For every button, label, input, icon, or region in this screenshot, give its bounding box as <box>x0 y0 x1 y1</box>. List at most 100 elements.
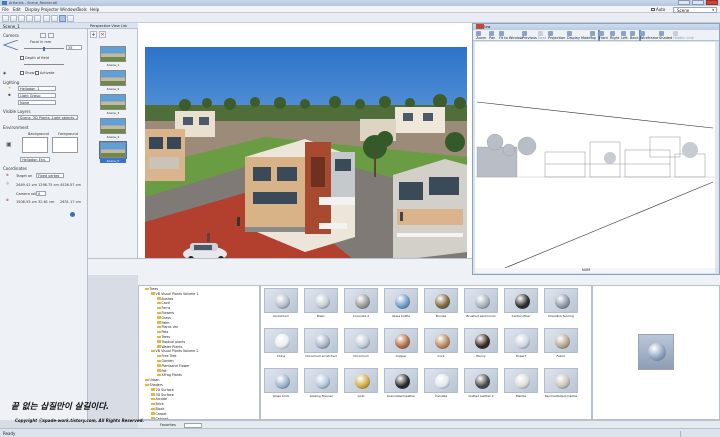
view-thumbnail-label[interactable]: Scene_4 <box>100 135 126 139</box>
add-view-icon[interactable]: + <box>90 31 97 38</box>
favorites-select[interactable] <box>184 422 202 428</box>
material-thumbnail[interactable]: Glass brick <box>264 368 298 398</box>
view-thumbnail[interactable] <box>100 46 126 62</box>
tree-item[interactable]: Plantsand Flower <box>157 364 190 368</box>
tree-item[interactable]: Garden <box>157 359 174 363</box>
heliodon-select[interactable]: Heliodon_1 <box>18 86 56 91</box>
tree-item[interactable]: Water Plants <box>157 345 182 349</box>
close-button[interactable] <box>706 0 718 5</box>
view-thumbnail[interactable] <box>100 118 126 134</box>
material-thumbnail[interactable]: Aluminium <box>264 288 298 318</box>
view-2d-window[interactable]: 2D View Zoom Pan Fit to Window Previous … <box>472 23 720 275</box>
material-thumbnail[interactable]: Chromium <box>344 328 378 358</box>
material-thumbnail[interactable]: Marble <box>504 368 538 398</box>
camera-roll-value[interactable]: 0 <box>36 191 46 196</box>
material-thumbnail[interactable]: Gold <box>344 368 378 398</box>
view-2d-canvas[interactable] <box>475 42 715 268</box>
material-thumbnail[interactable]: Bronze <box>424 288 458 318</box>
tree-item[interactable]: Pot <box>157 369 167 373</box>
view-thumbnail-selected[interactable] <box>99 141 127 159</box>
auto-checkbox[interactable] <box>651 7 655 11</box>
tree-item[interactable]: Cacti <box>157 301 170 305</box>
animation-tool-icon[interactable] <box>59 14 66 22</box>
tree-item[interactable]: Free Tree <box>157 354 176 358</box>
focal-slider-knob[interactable] <box>43 46 45 51</box>
panorama-tool-icon[interactable] <box>51 14 58 22</box>
close-icon[interactable] <box>476 24 484 29</box>
material-thumbnail[interactable]: Ebony <box>464 328 498 358</box>
rendered-scene-image[interactable] <box>145 47 467 261</box>
tree-item[interactable]: Block <box>151 407 164 411</box>
render-tool-icon[interactable] <box>67 14 74 22</box>
material-thumbnail[interactable]: Fabric <box>544 328 578 358</box>
focal-value[interactable]: 35 <box>66 45 82 50</box>
material-thumbnail[interactable]: Carbon fiber <box>504 288 538 318</box>
target-on-select[interactable]: Fixed vertex <box>36 173 64 178</box>
objects-tool-icon[interactable] <box>26 14 33 22</box>
scene-selector[interactable]: Scene ▾ <box>673 6 717 13</box>
material-thumbnail[interactable]: Glazing Fresnel <box>304 368 338 398</box>
material-thumbnail[interactable]: Glass bottle <box>384 288 418 318</box>
tree-item[interactable]: VB Visual Plants Volume 1 <box>151 292 198 296</box>
target-x-value[interactable]: 1508.93 cm <box>16 200 37 204</box>
tree-item[interactable]: Flowers <box>157 311 174 315</box>
shaders-tool-icon[interactable] <box>2 14 9 22</box>
view-thumbnail-label[interactable]: Scene_3 <box>100 111 126 115</box>
depth-of-field-checkbox[interactable] <box>20 56 24 60</box>
tree-item[interactable]: Arcade <box>151 397 167 401</box>
material-thumbnail[interactable]: Cork <box>424 328 458 358</box>
catalog-tree[interactable]: Trees VB Visual Plants Volume 1 Bushes Cact… <box>138 285 260 420</box>
tree-item[interactable]: Brick <box>151 402 164 406</box>
view-thumbnail[interactable] <box>100 70 126 86</box>
material-thumbnail[interactable]: Quilted leather 2 <box>464 368 498 398</box>
lights-tool-icon[interactable] <box>10 14 17 22</box>
material-thumbnail[interactable]: Copper <box>384 328 418 358</box>
view-thumbnail-label[interactable]: Scene_5 <box>100 159 126 163</box>
camera-options-button[interactable] <box>48 33 54 38</box>
render-viewport[interactable] <box>138 23 472 261</box>
camera-z-value[interactable]: 4526.57 cm <box>60 183 81 187</box>
tree-item[interactable]: Bushes <box>157 297 173 301</box>
tree-item[interactable]: Carpet <box>151 412 167 416</box>
material-thumbnail[interactable]: Expert <box>504 328 538 358</box>
parallel-tool-icon[interactable] <box>43 14 50 22</box>
tree-item[interactable]: VB Visual Plants Volume 2 <box>151 349 198 353</box>
light-group-select[interactable]: Light Group <box>18 93 56 98</box>
tree-item[interactable]: Palm <box>157 321 170 325</box>
material-thumbnail[interactable]: Granulated leather <box>384 368 418 398</box>
material-thumbnail[interactable]: Chainlink fencing <box>544 288 578 318</box>
heliodon-tool-icon[interactable] <box>18 14 25 22</box>
tree-item[interactable]: Trees <box>145 287 158 291</box>
foreground-swatch[interactable] <box>52 137 78 153</box>
show-checkbox[interactable] <box>20 71 24 75</box>
heliodon-env-select[interactable]: Heliodon Env. <box>20 157 50 162</box>
menu-projector[interactable]: Projector <box>41 7 59 12</box>
tree-item[interactable]: Pots <box>157 330 168 334</box>
material-thumbnail[interactable]: Reconstituted marble <box>544 368 578 398</box>
material-grid[interactable]: Aluminium Basic Concrete 2 Glass bottle Bron… <box>260 285 592 420</box>
perspective-tool-icon[interactable] <box>34 14 41 22</box>
minimize-button[interactable] <box>678 0 690 5</box>
delete-view-icon[interactable]: ✕ <box>99 31 106 38</box>
tree-item[interactable]: Shaders <box>145 383 163 387</box>
background-swatch[interactable] <box>22 137 48 153</box>
material-thumbnail[interactable]: China <box>264 328 298 358</box>
menu-file[interactable]: File <box>2 7 9 12</box>
view-2d-scrollbar[interactable] <box>715 42 718 268</box>
dof-slider[interactable] <box>24 64 64 65</box>
tree-item[interactable]: Urban <box>145 378 159 382</box>
menu-display[interactable]: Display <box>25 7 40 12</box>
light-none-select[interactable]: None <box>18 100 56 105</box>
camera-x-value[interactable]: 2649.41 cm <box>16 183 37 187</box>
tree-item[interactable]: XFrog Plants <box>157 373 182 377</box>
tree-item[interactable]: 2D Surface <box>151 388 174 392</box>
target-z-value[interactable]: 2631.17 cm <box>60 200 81 204</box>
material-thumbnail[interactable]: Brushed aluminium <box>464 288 498 318</box>
tree-item[interactable]: Grass <box>157 316 171 320</box>
help-icon[interactable] <box>70 212 75 217</box>
material-thumbnail[interactable]: Basic <box>304 288 338 318</box>
tree-item[interactable]: Tropical plants <box>157 340 185 344</box>
activate-checkbox[interactable] <box>35 71 39 75</box>
maximize-button[interactable] <box>692 0 704 5</box>
tree-item[interactable]: 3D Surface <box>151 393 174 397</box>
